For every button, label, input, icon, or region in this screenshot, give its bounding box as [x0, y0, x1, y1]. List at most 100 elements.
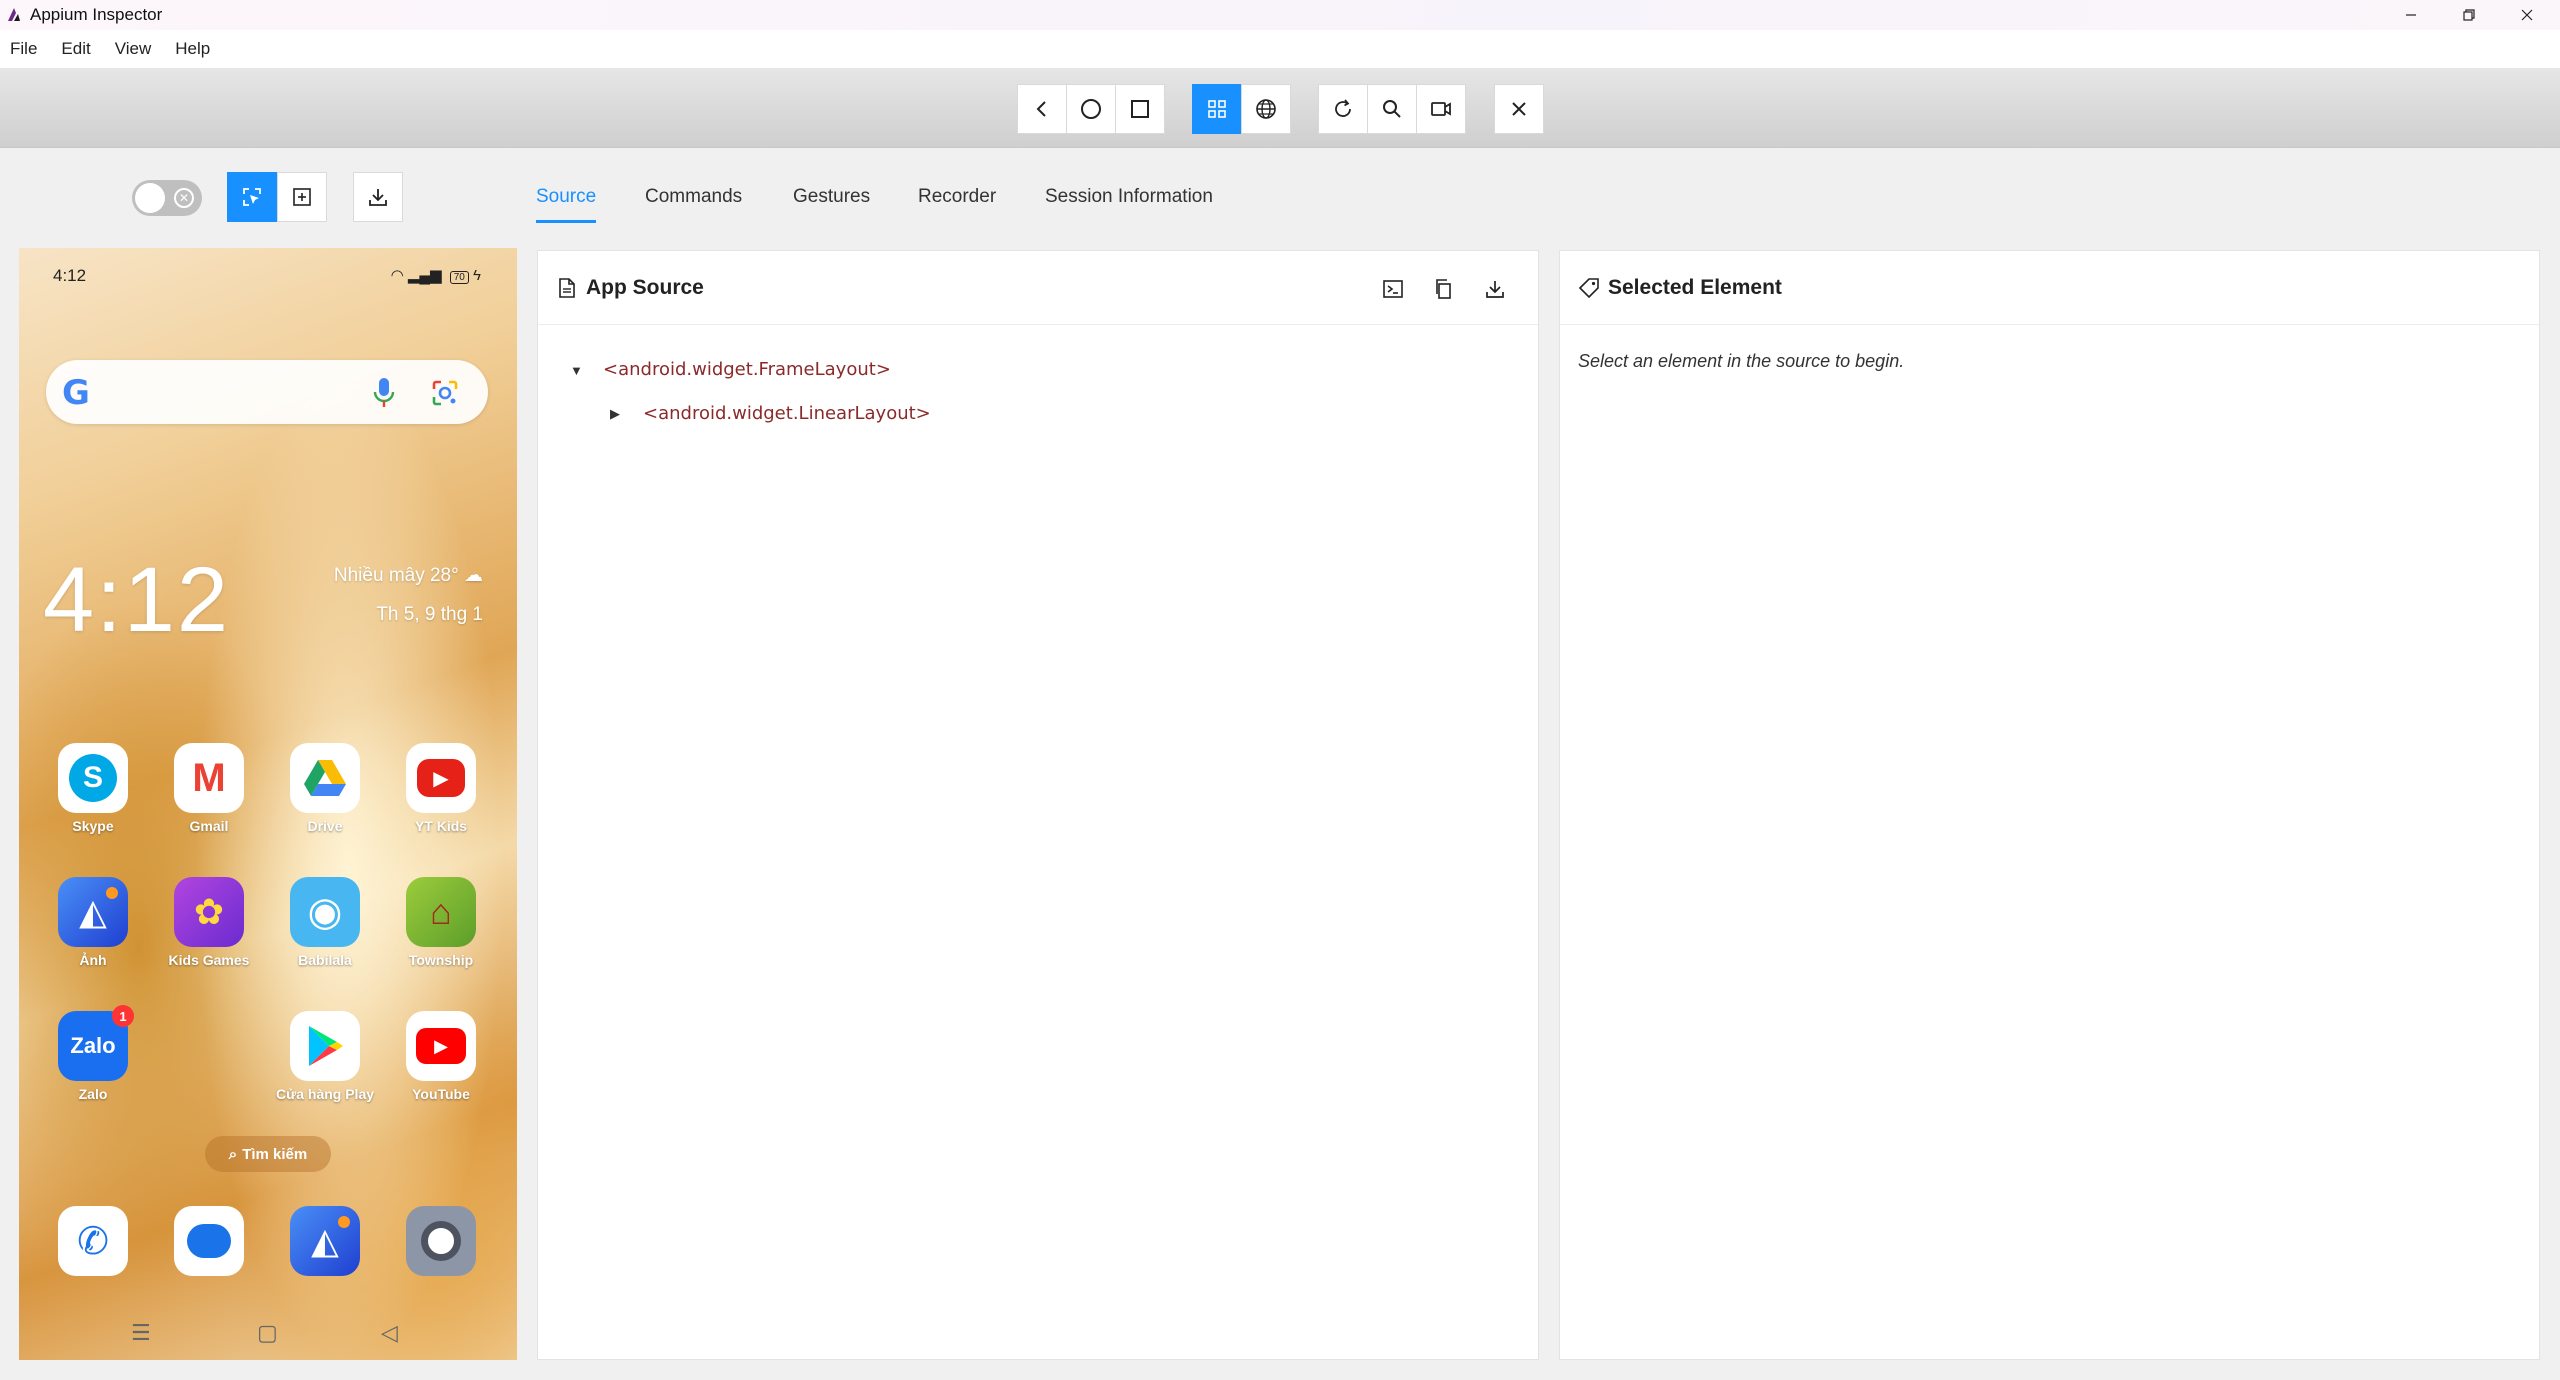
app-township[interactable]: ⌂ Township	[386, 877, 496, 977]
app-photos[interactable]: ◭ Ảnh	[38, 877, 148, 977]
tree-node-framelayout[interactable]: <android.widget.FrameLayout>	[603, 359, 891, 380]
download-screenshot-button[interactable]	[353, 172, 403, 222]
device-screenshot[interactable]: 4:12 ◠ ▂▄▆ 70 ϟ G 4:12 Nhiều mây 28° ☁ T…	[19, 248, 517, 1360]
camera-icon	[406, 1206, 476, 1276]
yt-kids-icon: ▶	[406, 743, 476, 813]
babilala-icon: ◉	[290, 877, 360, 947]
appium-logo-icon	[8, 8, 20, 21]
home-circle-icon	[1081, 99, 1101, 119]
home-date: Th 5, 9 thg 1	[376, 604, 483, 625]
home-clock: 4:12	[43, 549, 231, 651]
weather-text: Nhiều mây 28° ☁	[334, 564, 483, 587]
menu-edit[interactable]: Edit	[61, 39, 90, 59]
app-yt-kids[interactable]: ▶ YT Kids	[386, 743, 496, 843]
home-button[interactable]	[1066, 84, 1116, 134]
signal-icon: ▂▄▆	[407, 267, 442, 284]
copy-source-button[interactable]	[1430, 275, 1458, 303]
search-button[interactable]	[1367, 84, 1417, 134]
quit-session-button[interactable]	[1494, 84, 1544, 134]
record-button[interactable]	[1416, 84, 1466, 134]
app-kids-games[interactable]: ✿ Kids Games	[154, 877, 264, 977]
search-icon	[1383, 100, 1401, 118]
charging-icon: ϟ	[473, 267, 481, 284]
microphone-icon[interactable]	[372, 376, 396, 410]
home-nav-icon[interactable]: ▢	[257, 1320, 278, 1346]
back-nav-icon[interactable]: ◁	[381, 1320, 398, 1346]
notification-badge: 1	[112, 1005, 134, 1027]
kids-games-icon: ✿	[174, 877, 244, 947]
toggle-knob	[135, 183, 165, 213]
active-tab-indicator	[536, 220, 596, 223]
google-logo-icon: G	[62, 373, 90, 413]
dock-camera[interactable]	[386, 1206, 496, 1306]
app-label: Skype	[72, 818, 114, 834]
dock-messages[interactable]	[154, 1206, 264, 1306]
refresh-icon	[1335, 99, 1351, 117]
title-bar: Appium Inspector	[0, 0, 2560, 30]
download-icon	[1486, 281, 1504, 298]
app-label: YT Kids	[414, 818, 468, 834]
menu-file[interactable]: File	[10, 39, 37, 59]
close-window-button[interactable]	[2498, 0, 2556, 30]
app-label: Township	[408, 952, 474, 968]
native-mode-button[interactable]	[1192, 84, 1242, 134]
app-label: YouTube	[412, 1086, 470, 1102]
app-source-panel: App Source ▼ <android.widget.FrameLayout…	[537, 250, 1539, 1360]
battery-icon: 70	[449, 271, 469, 284]
video-camera-icon	[1431, 102, 1451, 116]
app-youtube[interactable]: ▶ YouTube	[386, 1011, 496, 1111]
app-switch-button[interactable]	[1115, 84, 1165, 134]
source-toggle[interactable]: ✕	[132, 180, 202, 216]
tab-session-information[interactable]: Session Information	[1045, 186, 1213, 208]
tab-commands[interactable]: Commands	[645, 186, 742, 208]
terminal-icon	[1383, 280, 1403, 298]
dock-gallery[interactable]: ◭	[270, 1206, 380, 1306]
app-label: Drive	[307, 818, 343, 834]
play-store-icon	[290, 1011, 360, 1081]
app-source-title: App Source	[586, 275, 704, 299]
app-drive[interactable]: Drive	[270, 743, 380, 843]
collapsed-caret-icon[interactable]: ▶	[610, 406, 620, 422]
device-toolbar	[0, 68, 2560, 148]
zalo-icon: Zalo 1	[58, 1005, 134, 1081]
expanded-caret-icon[interactable]: ▼	[570, 363, 583, 378]
tab-gestures[interactable]: Gestures	[793, 186, 870, 208]
web-mode-button[interactable]	[1241, 84, 1291, 134]
minimize-button[interactable]	[2382, 0, 2440, 30]
download-source-button[interactable]	[1481, 275, 1509, 303]
selected-element-hint: Select an element in the source to begin…	[1578, 351, 1905, 371]
tap-coordinates-button[interactable]	[277, 172, 327, 222]
gmail-icon: M	[174, 743, 244, 813]
app-babilala[interactable]: ◉ Babilala	[270, 877, 380, 977]
cloud-icon: ☁	[464, 565, 483, 586]
tab-recorder[interactable]: Recorder	[918, 186, 996, 208]
plus-square-icon	[293, 188, 311, 206]
back-button[interactable]	[1017, 84, 1067, 134]
back-icon	[1036, 101, 1046, 117]
township-icon: ⌂	[406, 877, 476, 947]
dock-phone[interactable]: ✆	[38, 1206, 148, 1306]
select-element-button[interactable]	[227, 172, 277, 222]
app-gmail[interactable]: M Gmail	[154, 743, 264, 843]
menu-view[interactable]: View	[115, 39, 152, 59]
app-play-store[interactable]: Cửa hàng Play	[270, 1011, 380, 1111]
google-search-bar[interactable]: G	[46, 360, 488, 424]
menu-nav-icon[interactable]: ☰	[131, 1320, 151, 1346]
tree-node-linearlayout[interactable]: <android.widget.LinearLayout>	[643, 403, 931, 424]
app-zalo[interactable]: Zalo 1 Zalo	[38, 1005, 148, 1111]
close-icon	[2521, 9, 2533, 21]
youtube-icon: ▶	[406, 1011, 476, 1081]
app-drawer-search[interactable]: ⌕ Tìm kiếm	[205, 1136, 331, 1172]
android-nav-bar: ☰ ▢ ◁	[19, 1304, 517, 1360]
main-area: ✕ Source Commands Gestures Recorder Sess…	[0, 148, 2560, 1380]
copy-icon	[1436, 279, 1451, 299]
tab-source[interactable]: Source	[536, 186, 596, 208]
menu-help[interactable]: Help	[175, 39, 210, 59]
toggle-attributes-button[interactable]	[1379, 275, 1407, 303]
app-skype[interactable]: S Skype	[38, 743, 148, 843]
refresh-button[interactable]	[1318, 84, 1368, 134]
toggle-off-icon: ✕	[174, 188, 194, 208]
status-bar-icons: ◠ ▂▄▆ 70 ϟ	[391, 266, 481, 284]
google-lens-icon[interactable]	[430, 378, 460, 408]
restore-button[interactable]	[2440, 0, 2498, 30]
